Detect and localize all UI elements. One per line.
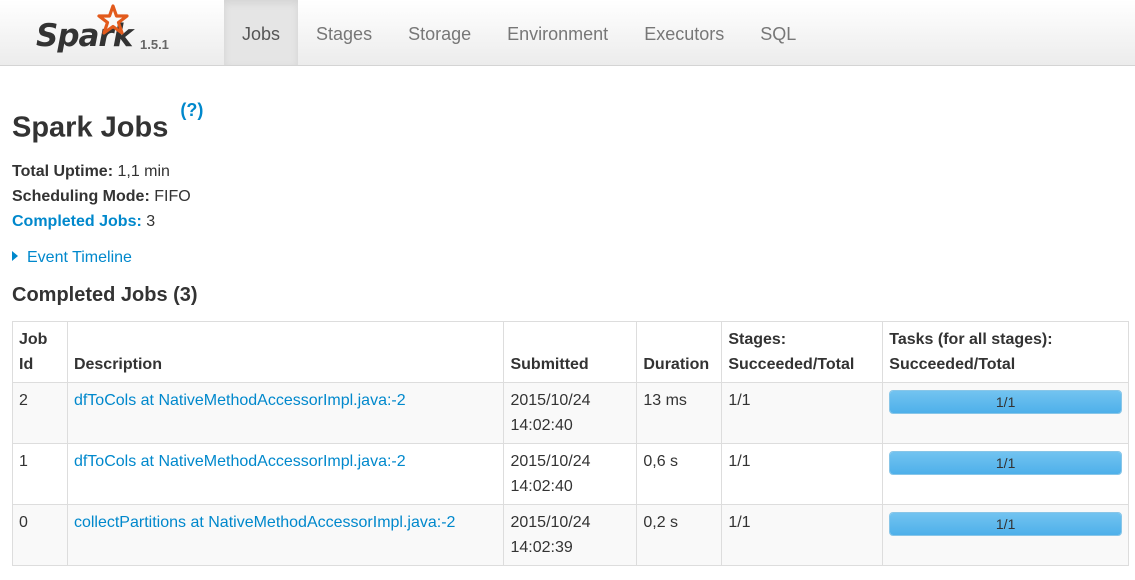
tab-stages[interactable]: Stages [298, 0, 390, 65]
scheduling-mode-value: FIFO [154, 188, 191, 205]
tasks-progress-bar: 1/1 [889, 451, 1122, 475]
top-navbar: Spark 1.5.1 Jobs Stages Storage Environm… [0, 0, 1135, 66]
total-uptime-row: Total Uptime: 1,1 min [12, 159, 191, 184]
description-cell: dfToCols at NativeMethodAccessorImpl.jav… [66, 443, 505, 505]
total-uptime-value: 1,1 min [117, 163, 170, 180]
duration-cell: 0,6 s [636, 443, 723, 505]
tab-environment[interactable]: Environment [489, 0, 626, 65]
version-label: 1.5.1 [140, 37, 169, 52]
completed-jobs-row: Completed Jobs: 3 [12, 209, 191, 234]
completed-jobs-heading: Completed Jobs (3) [12, 284, 198, 306]
tasks-progress-bar: 1/1 [889, 512, 1122, 536]
tasks-progress-bar: 1/1 [889, 390, 1122, 414]
tasks-progress-text: 1/1 [995, 394, 1016, 410]
spark-brand-logo[interactable]: Spark 1.5.1 [36, 4, 186, 62]
description-cell: collectPartitions at NativeMethodAccesso… [66, 504, 505, 566]
tasks-cell: 1/1 [882, 443, 1129, 505]
page-title-text: Spark Jobs [12, 111, 169, 144]
stages-cell: 1/1 [721, 443, 884, 505]
tasks-progress-text: 1/1 [995, 516, 1016, 532]
column-header-submitted[interactable]: Submitted [503, 321, 638, 383]
summary-list: Total Uptime: 1,1 min Scheduling Mode: F… [12, 159, 191, 234]
caret-right-icon [12, 251, 18, 261]
event-timeline-label: Event Timeline [27, 249, 132, 266]
scheduling-mode-label: Scheduling Mode: [12, 188, 150, 205]
column-header-stages[interactable]: Stages: Succeeded/Total [721, 321, 884, 383]
tab-jobs[interactable]: Jobs [224, 0, 299, 65]
tasks-progress-text: 1/1 [995, 455, 1016, 471]
job-description-link[interactable]: collectPartitions at NativeMethodAccesso… [74, 514, 456, 531]
job-description-link[interactable]: dfToCols at NativeMethodAccessorImpl.jav… [74, 392, 406, 409]
table-row: 2 dfToCols at NativeMethodAccessorImpl.j… [12, 382, 1129, 444]
table-row: 0 collectPartitions at NativeMethodAcces… [12, 504, 1129, 566]
tasks-cell: 1/1 [882, 382, 1129, 444]
duration-cell: 0,2 s [636, 504, 723, 566]
job-id-cell: 0 [12, 504, 68, 566]
column-header-description[interactable]: Description [66, 321, 505, 383]
table-header-row: Job Id Description Submitted Duration Sta… [12, 321, 1129, 383]
tasks-cell: 1/1 [882, 504, 1129, 566]
stages-cell: 1/1 [721, 382, 884, 444]
column-header-job-id[interactable]: Job Id [12, 321, 68, 383]
column-header-duration[interactable]: Duration [636, 321, 723, 383]
submitted-cell: 2015/10/24 14:02:39 [503, 504, 638, 566]
completed-jobs-table: Job Id Description Submitted Duration Sta… [12, 321, 1129, 566]
tab-storage[interactable]: Storage [390, 0, 489, 65]
description-cell: dfToCols at NativeMethodAccessorImpl.jav… [66, 382, 505, 444]
nav-tabs: Jobs Stages Storage Environment Executor… [224, 0, 814, 65]
job-id-cell: 2 [12, 382, 68, 444]
tab-sql[interactable]: SQL [742, 0, 814, 65]
column-header-tasks[interactable]: Tasks (for all stages): Succeeded/Total [882, 321, 1129, 383]
help-link[interactable]: (?) [180, 100, 203, 120]
completed-jobs-link[interactable]: Completed Jobs: [12, 213, 142, 230]
job-id-cell: 1 [12, 443, 68, 505]
submitted-cell: 2015/10/24 14:02:40 [503, 382, 638, 444]
event-timeline-toggle[interactable]: Event Timeline [12, 249, 132, 267]
duration-cell: 13 ms [636, 382, 723, 444]
scheduling-mode-row: Scheduling Mode: FIFO [12, 184, 191, 209]
stages-cell: 1/1 [721, 504, 884, 566]
tab-executors[interactable]: Executors [626, 0, 742, 65]
table-row: 1 dfToCols at NativeMethodAccessorImpl.j… [12, 443, 1129, 505]
spark-star-icon [97, 4, 129, 35]
submitted-cell: 2015/10/24 14:02:40 [503, 443, 638, 505]
page-title: Spark Jobs (?) [12, 100, 203, 145]
total-uptime-label: Total Uptime: [12, 163, 114, 180]
job-description-link[interactable]: dfToCols at NativeMethodAccessorImpl.jav… [74, 453, 406, 470]
completed-jobs-count: 3 [146, 213, 156, 230]
